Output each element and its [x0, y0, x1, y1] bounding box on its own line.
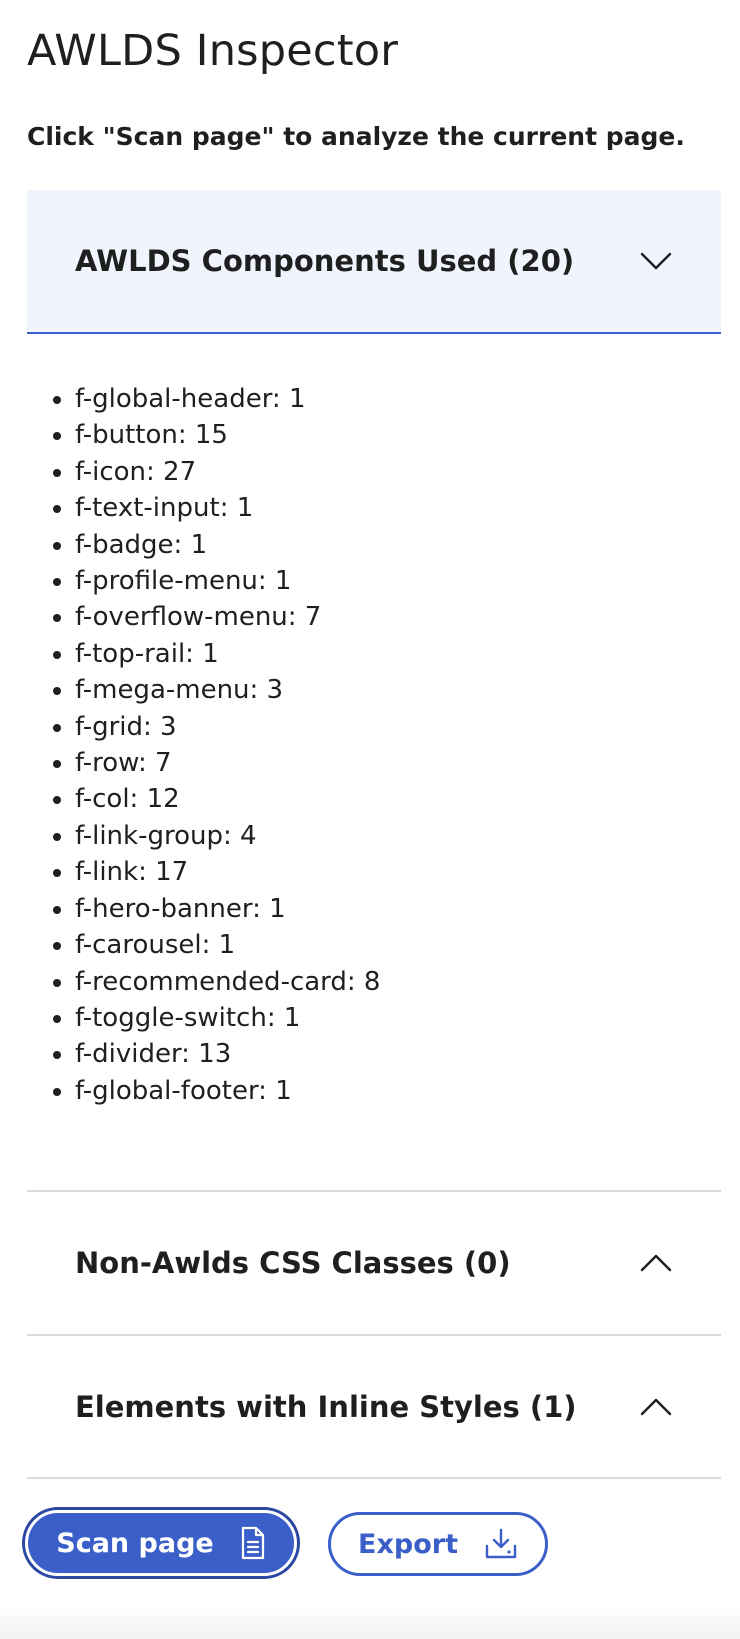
bottom-edge [0, 1605, 740, 1639]
accordion-inline-styles-header[interactable]: Elements with Inline Styles (1) [27, 1334, 721, 1479]
accordion-css-classes-header[interactable]: Non-Awlds CSS Classes (0) [27, 1190, 721, 1334]
scan-page-label: Scan page [56, 1527, 214, 1559]
list-item: f-row: 7 [75, 745, 380, 781]
list-item: f-badge: 1 [75, 527, 380, 563]
accordion-inline-styles-title: Elements with Inline Styles (1) [75, 1389, 577, 1424]
scan-page-button[interactable]: Scan page [25, 1510, 297, 1576]
accordion-components-header[interactable]: AWLDS Components Used (20) [27, 190, 721, 334]
list-item: f-global-footer: 1 [75, 1073, 380, 1109]
list-item: f-mega-menu: 3 [75, 672, 380, 708]
list-item: f-button: 15 [75, 417, 380, 453]
list-item: f-hero-banner: 1 [75, 891, 380, 927]
accordion-css-classes-title: Non-Awlds CSS Classes (0) [75, 1246, 511, 1280]
download-icon [484, 1528, 518, 1560]
list-item: f-carousel: 1 [75, 927, 380, 963]
scan-hint: Click "Scan page" to analyze the current… [27, 122, 685, 151]
export-button[interactable]: Export [328, 1512, 548, 1576]
list-item: f-profile-menu: 1 [75, 563, 380, 599]
list-item: f-link: 17 [75, 854, 380, 890]
list-item: f-icon: 27 [75, 454, 380, 490]
app-title: AWLDS Inspector [27, 26, 399, 76]
accordion-components-title: AWLDS Components Used (20) [75, 244, 575, 278]
list-item: f-grid: 3 [75, 709, 380, 745]
chevron-down-icon [639, 251, 673, 271]
export-label: Export [358, 1528, 458, 1560]
list-item: f-link-group: 4 [75, 818, 380, 854]
list-item: f-recommended-card: 8 [75, 964, 380, 1000]
list-item: f-text-input: 1 [75, 490, 380, 526]
chevron-up-icon [639, 1397, 673, 1417]
list-item: f-top-rail: 1 [75, 636, 380, 672]
list-item: f-overflow-menu: 7 [75, 599, 380, 635]
components-list: f-global-header: 1 f-button: 15 f-icon: … [48, 381, 380, 1109]
list-item: f-col: 12 [75, 781, 380, 817]
chevron-up-icon [639, 1253, 673, 1273]
list-item: f-global-header: 1 [75, 381, 380, 417]
list-item: f-toggle-switch: 1 [75, 1000, 380, 1036]
list-item: f-divider: 13 [75, 1036, 380, 1072]
document-icon [240, 1526, 266, 1560]
